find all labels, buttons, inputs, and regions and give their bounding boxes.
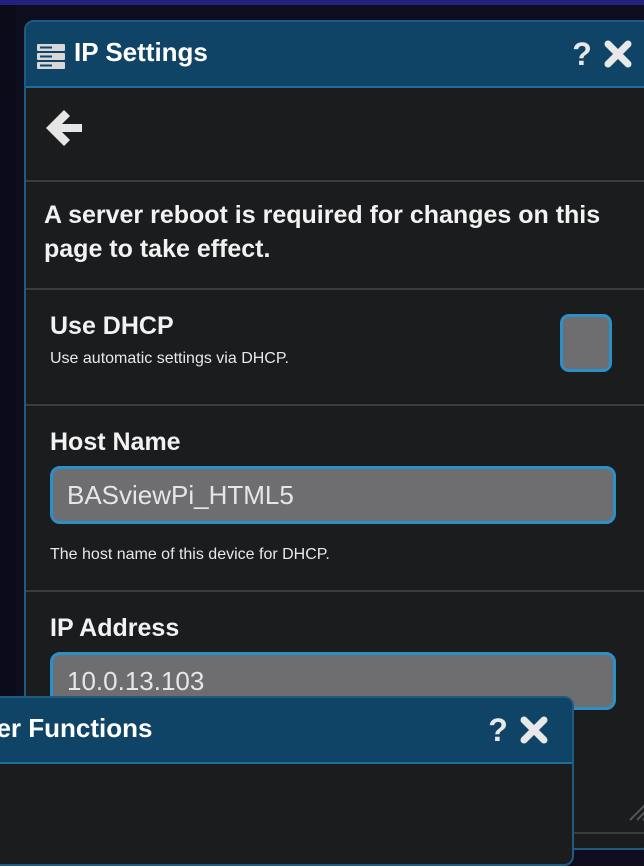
host-name-label: Host Name (50, 428, 181, 456)
dhcp-setting-row: Use DHCP Use automatic settings via DHCP… (26, 290, 644, 406)
dhcp-label: Use DHCP (50, 312, 174, 340)
host-name-description: The host name of this device for DHCP. (50, 546, 330, 563)
close-icon[interactable] (602, 38, 634, 70)
dhcp-description: Use automatic settings via DHCP. (50, 350, 289, 367)
reboot-notice-row: A server reboot is required for changes … (26, 182, 644, 290)
dhcp-checkbox[interactable] (560, 314, 612, 372)
ip-address-label: IP Address (50, 614, 180, 642)
host-name-field[interactable] (50, 466, 616, 524)
back-arrow-icon[interactable] (42, 106, 86, 150)
second-help-button[interactable]: ? (484, 712, 512, 748)
second-dialog-titlebar[interactable]: ver Functions ? (0, 698, 572, 764)
reboot-notice: A server reboot is required for changes … (44, 201, 601, 263)
top-accent-bar (0, 0, 644, 5)
dialog-title: IP Settings (74, 37, 208, 67)
help-button[interactable]: ? (568, 36, 596, 72)
second-dialog-title: ver Functions (0, 713, 153, 743)
back-row (26, 88, 644, 182)
server-functions-dialog: ver Functions ? (0, 696, 574, 866)
close-icon[interactable] (518, 714, 550, 746)
resize-grip-icon[interactable] (626, 800, 644, 822)
server-icon (37, 44, 65, 69)
dialog-titlebar[interactable]: IP Settings ? (26, 22, 644, 88)
host-name-row: Host Name The host name of this device f… (26, 406, 644, 592)
